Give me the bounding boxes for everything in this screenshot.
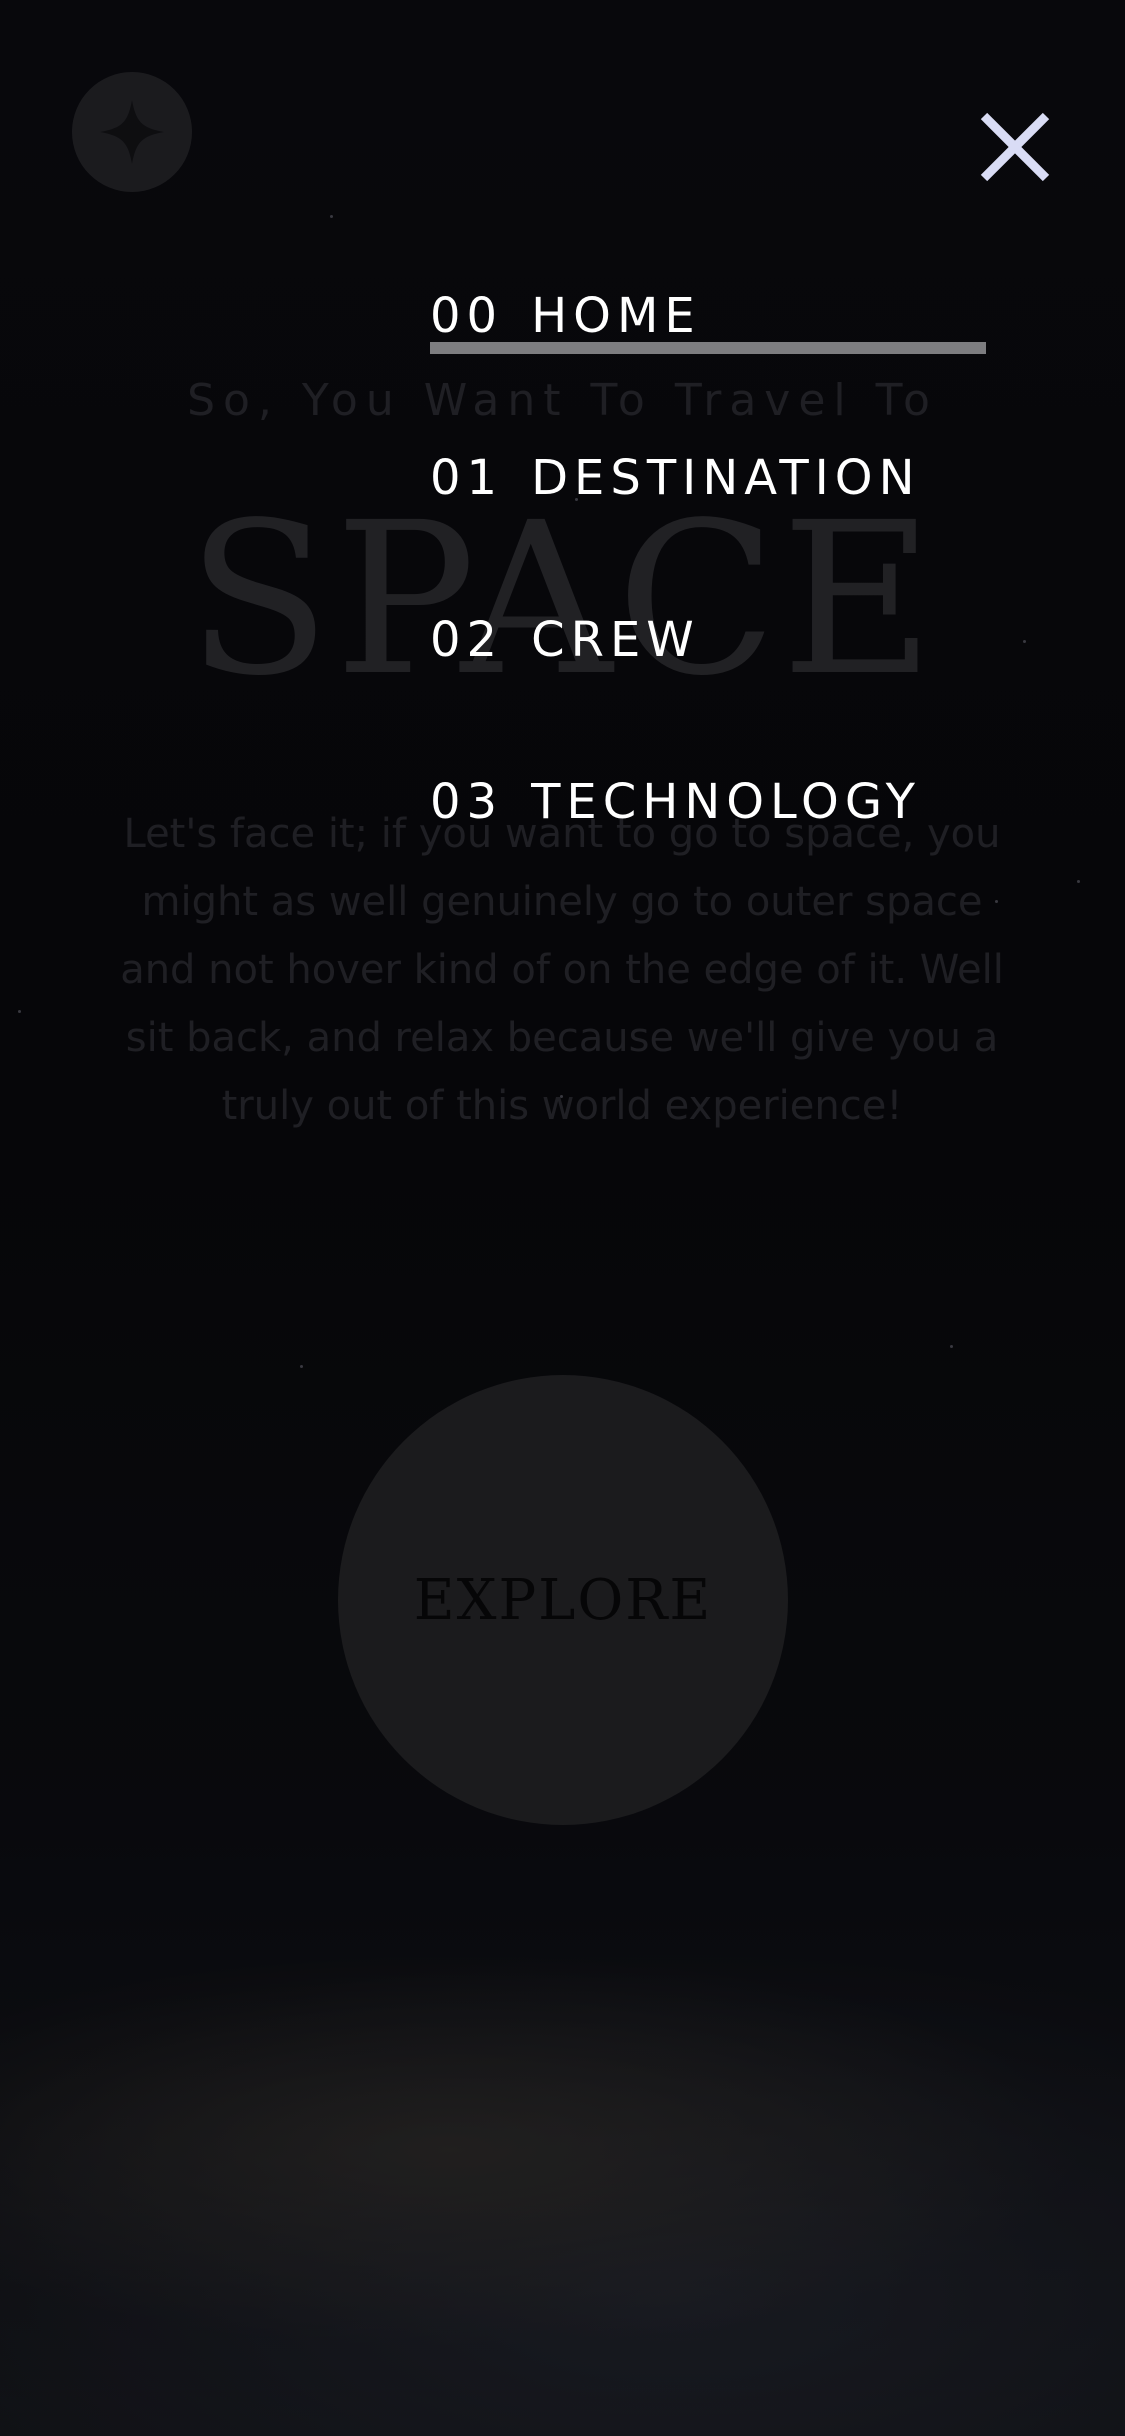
nav-item-number: 03: [430, 774, 504, 830]
nav-item-label: CREW: [531, 612, 700, 668]
close-menu-button[interactable]: [978, 110, 1052, 184]
nav-item-number: 02: [430, 612, 504, 668]
nav-item-crew[interactable]: 02 CREW: [430, 604, 990, 766]
nav-item-number: 00: [430, 288, 504, 344]
active-nav-indicator: [430, 342, 986, 354]
close-icon: [980, 112, 1050, 182]
nav-item-destination[interactable]: 01 DESTINATION: [430, 442, 990, 604]
nav-item-label: TECHNOLOGY: [531, 774, 921, 830]
nav-item-home[interactable]: 00 HOME: [430, 280, 990, 442]
nav-item-label: HOME: [531, 288, 701, 344]
mobile-nav-menu: 00 HOME 01 DESTINATION 02 CREW 03 TECHNOLOGY: [430, 280, 990, 928]
nav-item-technology[interactable]: 03 TECHNOLOGY: [430, 766, 990, 928]
nav-item-label: DESTINATION: [531, 450, 921, 506]
nav-item-number: 01: [430, 450, 504, 506]
